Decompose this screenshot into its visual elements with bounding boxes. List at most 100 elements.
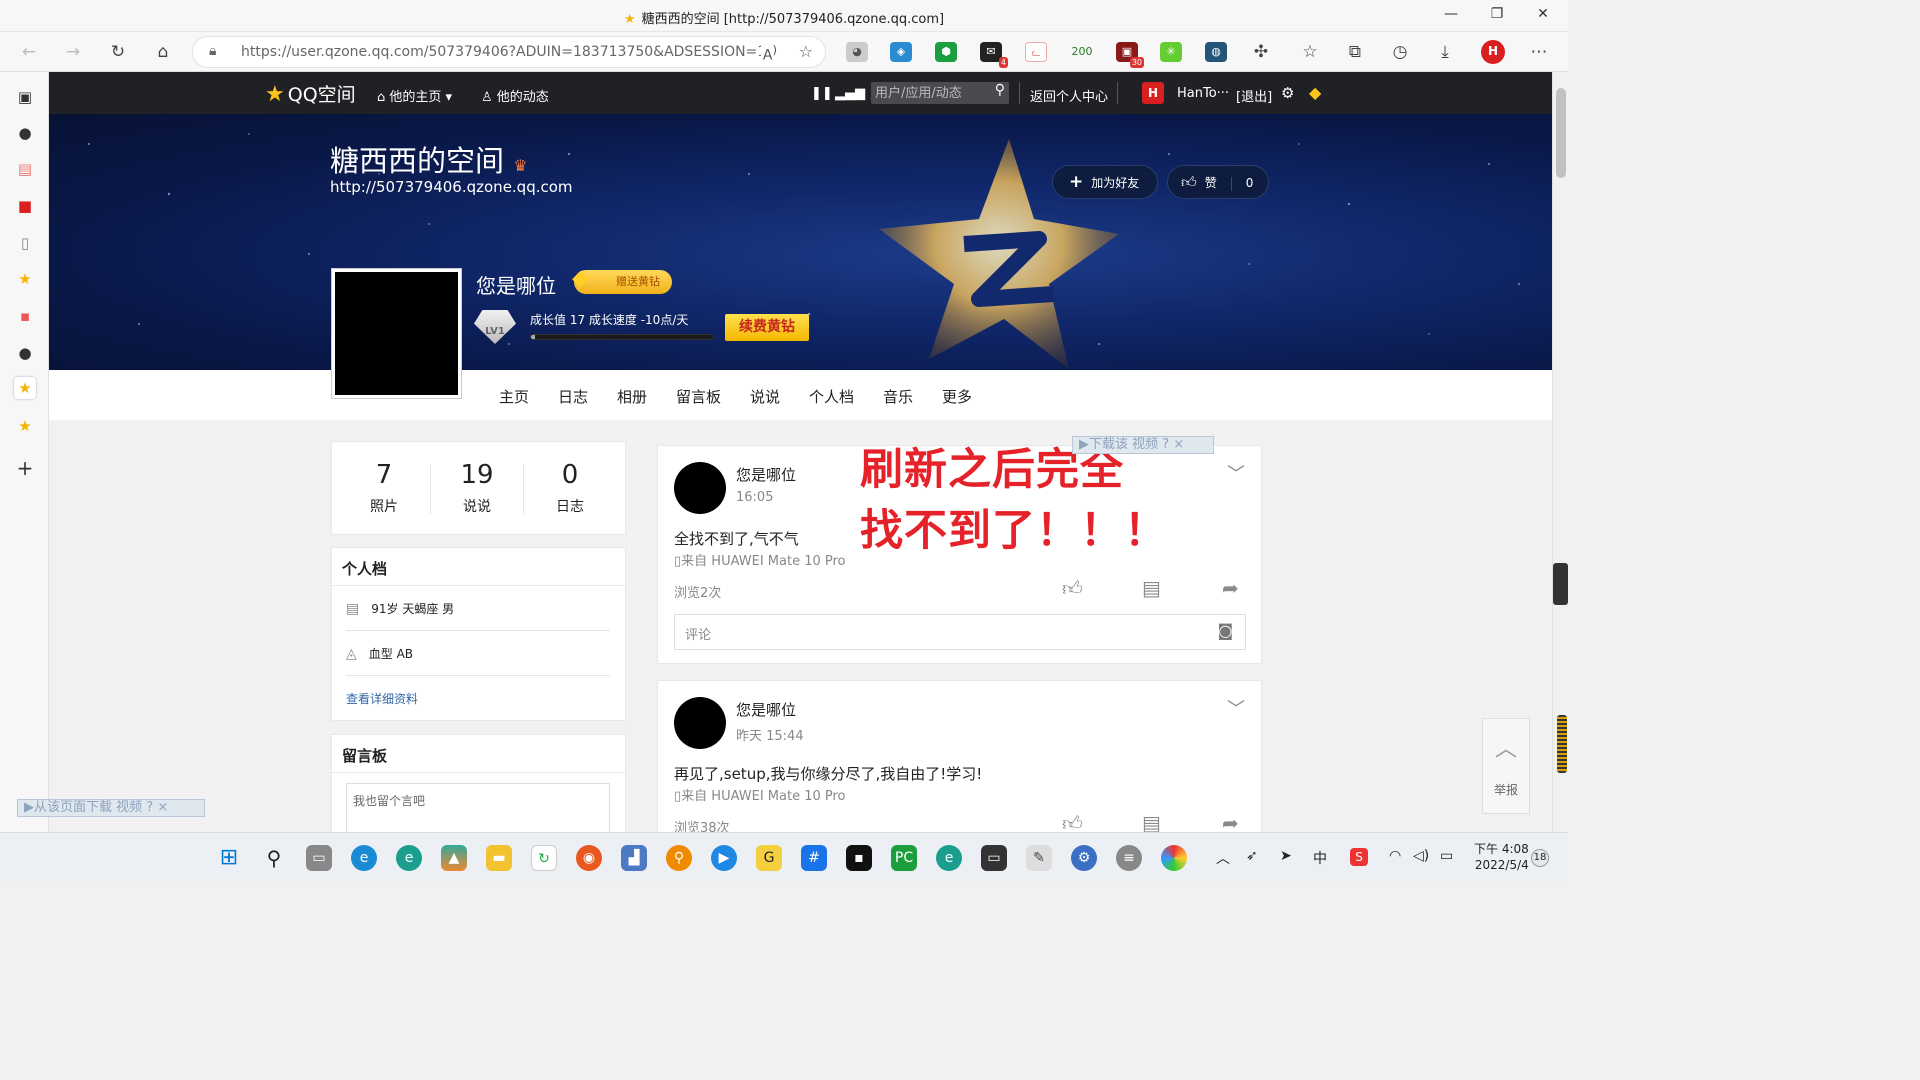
github-icon[interactable]: ●	[14, 122, 36, 144]
tray-app-icon[interactable]: ➶	[1246, 848, 1258, 864]
terminal-dark-icon[interactable]: ▪	[846, 845, 872, 871]
stat-blog[interactable]: 0 日志	[524, 460, 616, 516]
extension-grid-icon[interactable]: ✳	[1160, 42, 1182, 62]
search-icon[interactable]: ⚲	[261, 845, 287, 871]
notification-count-badge[interactable]: 18	[1531, 849, 1549, 867]
video-download-bar[interactable]: ▶下载该 视频 ? ×	[1072, 436, 1214, 454]
scrollbar-thumb[interactable]	[1556, 88, 1566, 178]
start-windows-icon[interactable]: ⊞	[216, 845, 242, 871]
extension-counter-icon[interactable]: 200	[1068, 42, 1096, 62]
database-icon[interactable]: ≡	[1116, 845, 1142, 871]
app-refresh-icon[interactable]: ↻	[531, 845, 557, 871]
like-button[interactable]: 👍︎ 赞 0	[1167, 165, 1269, 199]
add-friend-button[interactable]: + 加为好友	[1052, 165, 1158, 199]
back-to-top-icon[interactable]: ︿	[1495, 731, 1517, 763]
more-menu-icon[interactable]: ⋯	[1526, 40, 1552, 64]
chevron-up-icon[interactable]: ︿	[1216, 848, 1230, 868]
system-clock[interactable]: 下午 4:08 2022/5/4	[1474, 841, 1529, 873]
media-player-icon[interactable]: ▶	[711, 845, 737, 871]
renew-vip-button[interactable]: 续费黄钻	[725, 314, 809, 341]
user-avatar-icon[interactable]: H	[1142, 82, 1164, 104]
url-text[interactable]: https://user.qzone.qq.com/507379406?ADUI…	[241, 44, 761, 60]
extension-cat2-icon[interactable]: ᓚ	[1025, 42, 1047, 62]
battery-icon[interactable]: ▭	[1440, 848, 1453, 864]
document-icon[interactable]: ▯	[14, 232, 36, 254]
restore-button[interactable]: ❐	[1482, 6, 1512, 26]
gift-vip-button[interactable]: 赠送黄钻	[572, 267, 672, 294]
feed-author[interactable]: 您是哪位	[736, 464, 796, 485]
camera-icon[interactable]: ◙	[1217, 621, 1233, 640]
add-favorite-icon[interactable]: ☆	[799, 42, 813, 61]
pycharm-icon[interactable]: PC	[891, 845, 917, 871]
search-app-icon[interactable]: ⚲	[666, 845, 692, 871]
profile-avatar-icon[interactable]: H	[1481, 40, 1505, 64]
extension-cat-icon[interactable]: ◕	[846, 42, 868, 62]
close-icon[interactable]: ×	[1173, 437, 1184, 452]
extension-shield-icon[interactable]: ◈	[890, 42, 912, 62]
wifi-icon[interactable]: ◠	[1389, 848, 1401, 864]
feed-avatar[interactable]	[674, 697, 726, 749]
space-url[interactable]: http://507379406.qzone.qq.com	[330, 178, 573, 196]
chevron-down-icon[interactable]: ﹀	[1227, 695, 1245, 721]
tab-more[interactable]: 更多	[942, 386, 972, 407]
comment-bubble-icon[interactable]: ▤	[1142, 576, 1161, 600]
edge-dev-icon[interactable]: e	[936, 845, 962, 871]
side-handle-2[interactable]	[1557, 715, 1567, 773]
sogou-ime-icon[interactable]: S	[1350, 848, 1368, 866]
chrome-icon[interactable]	[1161, 845, 1187, 871]
his-homepage-menu[interactable]: ⌂ 他的主页 ▾	[377, 86, 452, 105]
his-activity-link[interactable]: ♙ 他的动态	[481, 86, 549, 105]
refresh-button[interactable]: ↻	[105, 40, 131, 64]
qzone-star-icon[interactable]: ★	[14, 268, 36, 290]
qzone-active-icon[interactable]: ★	[14, 377, 36, 399]
edge-canary-icon[interactable]: e	[396, 845, 422, 871]
tab-blog[interactable]: 日志	[558, 386, 588, 407]
share-arrow-icon[interactable]: ➦	[1222, 576, 1239, 600]
read-aloud-icon[interactable]: A)	[763, 43, 777, 64]
view-details-link[interactable]: 查看详细资料	[346, 690, 610, 707]
add-sidebar-icon[interactable]: +	[14, 457, 36, 479]
address-bar[interactable]: 🔒︎ https://user.qzone.qq.com/507379406?A…	[192, 36, 826, 68]
tab-shuoshuo[interactable]: 说说	[750, 386, 780, 407]
extensions-puzzle-icon[interactable]: ✣	[1248, 40, 1274, 64]
favorites-icon[interactable]: ☆	[1297, 40, 1323, 64]
app-hash-icon[interactable]: #	[801, 845, 827, 871]
tab-guestbook[interactable]: 留言板	[676, 386, 721, 407]
tab-profile[interactable]: 个人档	[809, 386, 854, 407]
edge-browser-icon[interactable]: e	[351, 845, 377, 871]
app-tool-icon[interactable]: ✎	[1026, 845, 1052, 871]
back-to-center-link[interactable]: 返回个人中心	[1030, 86, 1108, 105]
extension-globe-icon[interactable]: ◍	[1205, 42, 1227, 62]
stat-photos[interactable]: 7 照片	[338, 460, 430, 516]
yellow-diamond-icon[interactable]: ◆	[1309, 83, 1321, 102]
forward-button[interactable]: →	[60, 40, 86, 64]
back-button[interactable]: ←	[16, 40, 42, 64]
downloads-icon[interactable]: ⤓	[1432, 40, 1458, 64]
volume-icon[interactable]: ◁)	[1413, 848, 1429, 864]
tab-home[interactable]: 主页	[499, 386, 529, 407]
qzone-search[interactable]: ⚲	[871, 82, 1009, 104]
pinned-site-icon[interactable]: ▤	[14, 158, 36, 180]
logout-link[interactable]: [退出]	[1236, 86, 1272, 105]
qzone-search-input[interactable]	[875, 84, 985, 102]
app-g-icon[interactable]: G	[756, 845, 782, 871]
file-explorer-icon[interactable]: ▬	[486, 845, 512, 871]
tab-actions-icon[interactable]: ▣	[14, 86, 36, 108]
chart-app-icon[interactable]: ▟	[621, 845, 647, 871]
stat-shuoshuo[interactable]: 19 说说	[431, 460, 523, 516]
close-window-button[interactable]: ✕	[1528, 6, 1558, 26]
report-link[interactable]: 举报	[1494, 781, 1518, 798]
settings-icon[interactable]: ⚙	[1071, 845, 1097, 871]
minimize-button[interactable]: —	[1436, 6, 1466, 26]
page-download-bar[interactable]: ▶从该页面下载 视频 ? ×	[17, 799, 205, 817]
like-thumb-icon[interactable]: 👍︎	[1062, 576, 1083, 601]
terminal-icon[interactable]: ▭	[981, 845, 1007, 871]
search-icon[interactable]: ⚲	[995, 82, 1005, 98]
pinned-app-icon[interactable]: ▪	[14, 305, 36, 327]
extension-adblock-icon[interactable]: ⬢	[935, 42, 957, 62]
collections-icon[interactable]: ⧉	[1342, 40, 1368, 64]
feed-author[interactable]: 您是哪位	[736, 699, 796, 720]
task-view-icon[interactable]: ▭	[306, 845, 332, 871]
settings-gear-icon[interactable]: ⚙	[1281, 84, 1294, 102]
qzone-star2-icon[interactable]: ★	[14, 415, 36, 437]
